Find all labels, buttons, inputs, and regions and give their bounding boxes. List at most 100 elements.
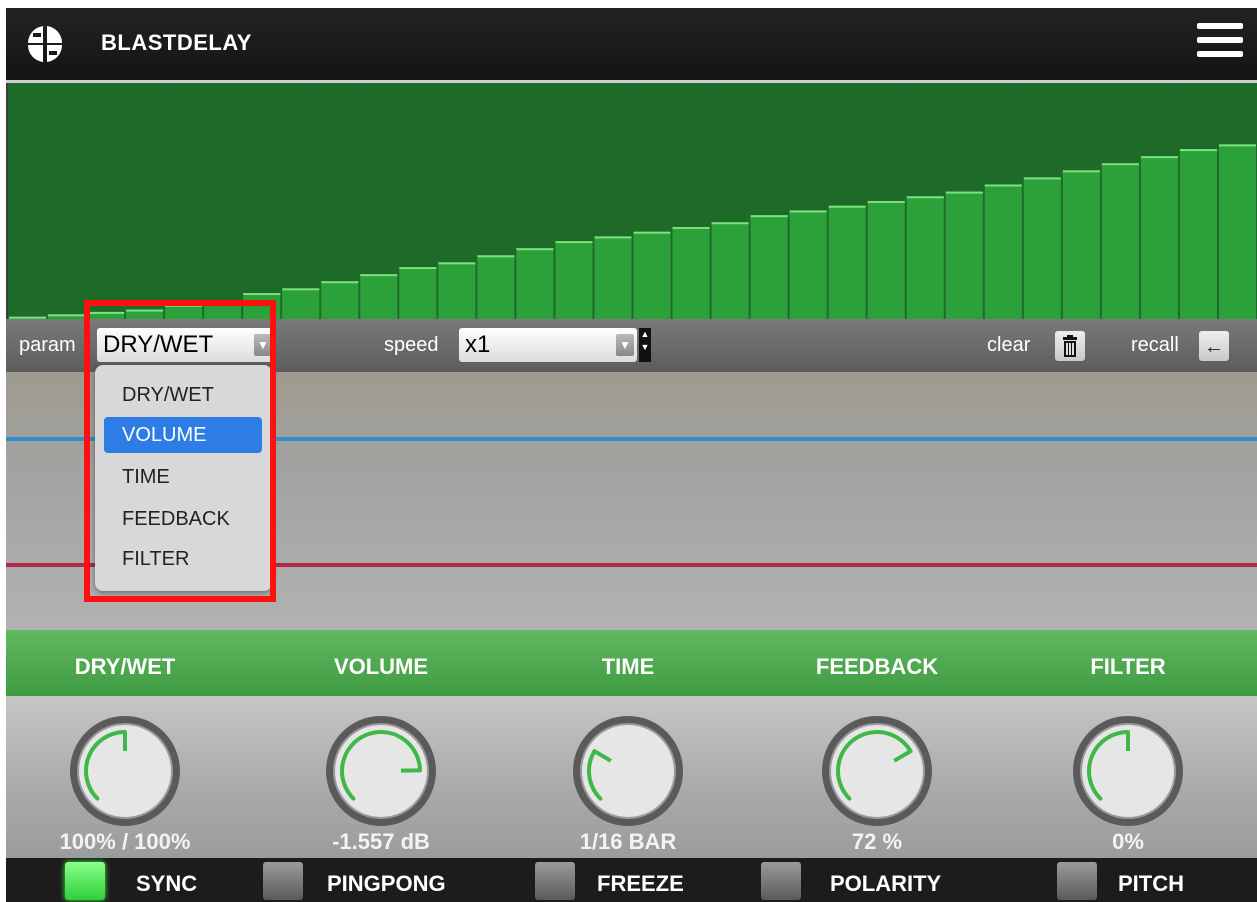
knob-label-time: TIME — [601, 654, 655, 679]
feedback-knob[interactable] — [820, 714, 934, 828]
step-bar[interactable] — [204, 300, 242, 319]
step-bar[interactable] — [672, 226, 710, 319]
knob-label-filter: FILTER — [1090, 654, 1166, 679]
step-bar[interactable] — [516, 248, 554, 319]
knob-label-feedback: FEEDBACK — [815, 654, 939, 679]
dropdown-option-feedback[interactable]: FEEDBACK — [104, 501, 262, 537]
step-bar[interactable] — [555, 241, 593, 319]
step-bar-top — [321, 281, 359, 284]
step-bar[interactable] — [399, 267, 437, 319]
step-bar[interactable] — [633, 231, 671, 319]
step-background[interactable] — [204, 83, 242, 319]
dry-wet-knob[interactable] — [68, 714, 182, 828]
feedback-value: 72 % — [851, 829, 903, 854]
step-bar[interactable] — [945, 191, 983, 319]
step-background[interactable] — [165, 83, 203, 319]
step-bar[interactable] — [1218, 144, 1256, 319]
volume-knob[interactable] — [324, 714, 438, 828]
dropdown-option-time[interactable]: TIME — [104, 459, 262, 495]
step-bar-top — [1179, 149, 1217, 152]
step-bar[interactable] — [906, 196, 944, 319]
header-bar: BLASTDELAY — [6, 8, 1257, 83]
dropdown-option-filter[interactable]: FILTER — [104, 541, 262, 577]
step-bar[interactable] — [1179, 149, 1217, 319]
step-bar[interactable] — [828, 205, 866, 319]
step-background[interactable] — [243, 83, 281, 319]
dropdown-option-volume[interactable]: VOLUME — [104, 417, 262, 453]
param-select[interactable]: DRY/WET ▼ — [97, 328, 275, 362]
step-sequencer-bars[interactable] — [8, 83, 1257, 319]
step-background[interactable] — [282, 83, 320, 319]
chevron-down-icon[interactable]: ▼ — [616, 334, 634, 356]
step-bar-top — [789, 210, 827, 213]
freeze-toggle[interactable] — [535, 862, 575, 900]
step-bar[interactable] — [789, 210, 827, 319]
step-bar-top — [1140, 156, 1178, 159]
step-bar-top — [828, 205, 866, 208]
step-bar-top — [516, 248, 554, 251]
step-bar[interactable] — [243, 293, 281, 319]
step-bar-top — [243, 293, 281, 296]
step-background[interactable] — [126, 83, 164, 319]
speed-stepper[interactable]: ▲ ▼ — [639, 328, 651, 362]
step-bar[interactable] — [321, 281, 359, 319]
pitch-label: PITCH — [1118, 871, 1184, 896]
dropdown-option-dry-wet[interactable]: DRY/WET — [104, 377, 262, 413]
pitch-toggle[interactable] — [1057, 862, 1097, 900]
step-bar-top — [867, 201, 905, 203]
knob-label-volume: VOLUME — [333, 654, 429, 679]
polarity-toggle[interactable] — [761, 862, 801, 900]
step-bar-top — [399, 267, 437, 270]
step-bar-top — [1062, 170, 1100, 173]
step-bar[interactable] — [477, 255, 515, 319]
speed-select[interactable]: x1 ▼ — [459, 328, 637, 362]
trash-icon — [1063, 335, 1077, 357]
knob-label-dry-wet: DRY/WET — [74, 654, 176, 679]
step-bar-top — [906, 196, 944, 199]
step-bar-top — [633, 231, 671, 234]
step-bar[interactable] — [750, 215, 788, 319]
step-bar-top — [1218, 144, 1256, 147]
step-bar-top — [1101, 163, 1139, 166]
step-background[interactable] — [87, 83, 125, 319]
step-bar[interactable] — [1023, 177, 1061, 319]
pingpong-toggle[interactable] — [263, 862, 303, 900]
chevron-down-icon[interactable]: ▼ — [254, 334, 272, 356]
step-bar[interactable] — [867, 201, 905, 319]
polarity-label: POLARITY — [830, 871, 942, 896]
step-bar[interactable] — [711, 222, 749, 319]
step-bar-top — [48, 314, 86, 317]
step-bar[interactable] — [1062, 170, 1100, 319]
step-background[interactable] — [48, 83, 86, 319]
param-dropdown-menu[interactable]: DRY/WET VOLUME TIME FEEDBACK FILTER — [95, 365, 272, 591]
step-bar[interactable] — [438, 262, 476, 319]
toggle-bar: SYNC PINGPONG FREEZE POLARITY PITCH — [6, 858, 1257, 902]
step-bar-top — [1023, 177, 1061, 180]
blast-logo-icon — [27, 26, 63, 62]
parameter-label-strip: DRY/WET VOLUME TIME FEEDBACK FILTER — [6, 630, 1257, 696]
step-bar[interactable] — [1101, 163, 1139, 319]
hamburger-menu-icon[interactable] — [1197, 23, 1243, 63]
step-sequencer[interactable] — [8, 83, 1257, 319]
param-select-value: DRY/WET — [103, 331, 214, 358]
filter-knob[interactable] — [1071, 714, 1185, 828]
step-bar-top — [438, 262, 476, 265]
step-bar[interactable] — [360, 274, 398, 319]
step-bar[interactable] — [165, 304, 203, 319]
knob-body[interactable] — [829, 723, 925, 819]
time-knob[interactable] — [571, 714, 685, 828]
step-background[interactable] — [9, 83, 47, 319]
sync-toggle[interactable] — [65, 862, 105, 900]
knob-body[interactable] — [580, 723, 676, 819]
step-bar-top — [711, 222, 749, 225]
step-bar[interactable] — [1140, 156, 1178, 319]
step-bar-top — [672, 226, 710, 229]
step-bar-top — [87, 311, 125, 314]
step-bar[interactable] — [984, 184, 1022, 319]
step-bar-top — [984, 184, 1022, 187]
step-bar[interactable] — [282, 288, 320, 319]
recall-button[interactable]: ← — [1199, 331, 1229, 361]
clear-button[interactable] — [1055, 331, 1085, 361]
pingpong-label: PINGPONG — [327, 871, 446, 896]
step-bar[interactable] — [594, 236, 632, 319]
